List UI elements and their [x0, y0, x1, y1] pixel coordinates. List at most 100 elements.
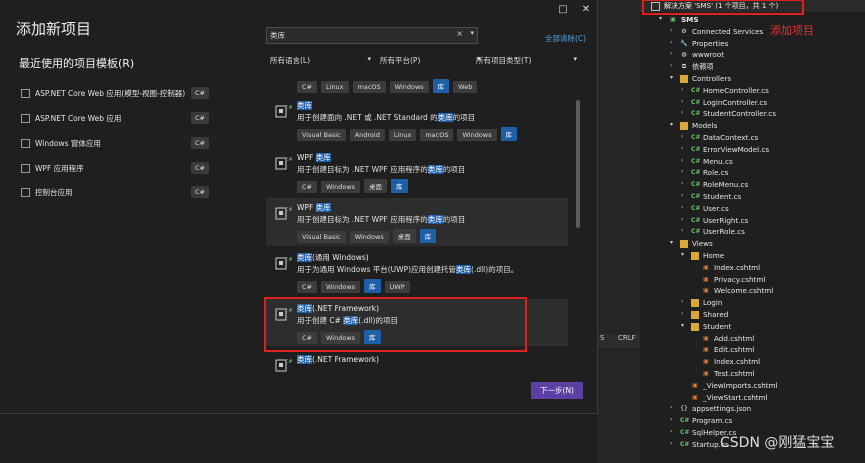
results-scroll-thumb[interactable] — [576, 100, 580, 228]
csharp-file-icon: C# — [691, 169, 701, 177]
expand-icon[interactable]: › — [681, 133, 689, 140]
template-result-item[interactable]: C# 类库(通用 Windows) 用于为通用 Windows 平台(UWP)应用创… — [266, 248, 568, 296]
tree-item[interactable]: ▣ Index.cshtml — [692, 356, 845, 368]
expand-icon[interactable]: ▾ — [670, 121, 678, 128]
expand-icon[interactable]: › — [681, 86, 689, 93]
recent-template-item[interactable]: ASP.NET Core Web 应用 C# — [19, 110, 211, 128]
tree-item[interactable]: ▾ Controllers — [670, 73, 845, 85]
expand-icon[interactable]: › — [681, 204, 689, 211]
tree-item[interactable]: › C# Role.cs — [681, 167, 845, 179]
recent-template-item[interactable]: ASP.NET Core Web 应用(模型-视图-控制器) C# — [19, 85, 211, 103]
restore-button[interactable]: □ — [556, 4, 570, 18]
tree-item-label: UserRole.cs — [703, 227, 745, 237]
tree-item[interactable]: ▣ Test.cshtml — [692, 368, 845, 380]
tree-item[interactable]: ▾ ▣ SMS — [659, 14, 845, 26]
expand-icon[interactable]: › — [670, 62, 678, 69]
tree-item[interactable]: › C# StudentController.cs — [681, 108, 845, 120]
tree-item[interactable]: › C# Program.cs — [670, 415, 845, 427]
razor-file-icon: ▣ — [703, 287, 709, 295]
expand-icon[interactable]: › — [681, 145, 689, 152]
tree-item[interactable]: ▣ _ViewImports.cshtml — [681, 380, 845, 392]
tree-item-label: SMS — [681, 15, 699, 24]
tree-item[interactable]: › C# ErrorViewModel.cs — [681, 144, 845, 156]
expand-icon[interactable]: › — [681, 298, 689, 305]
tree-item[interactable]: › C# LoginController.cs — [681, 97, 845, 109]
tree-item[interactable]: › ◍ wwwroot — [670, 49, 845, 61]
tree-item[interactable]: ▾ Home — [681, 250, 845, 262]
expand-icon[interactable]: ▾ — [670, 239, 678, 246]
expand-icon[interactable]: ▾ — [670, 74, 678, 81]
search-box[interactable]: × ▾ — [266, 27, 478, 44]
tree-item[interactable]: › C# RoleMenu.cs — [681, 179, 845, 191]
expand-icon[interactable]: › — [681, 180, 689, 187]
tree-item[interactable]: › C# UserRole.cs — [681, 226, 845, 238]
tree-item[interactable]: ▾ Student — [681, 321, 845, 333]
tree-item[interactable]: › C# HomeController.cs — [681, 85, 845, 97]
expand-icon[interactable]: › — [681, 157, 689, 164]
expand-icon[interactable]: › — [670, 27, 678, 34]
expand-icon[interactable]: › — [681, 168, 689, 175]
template-result-item[interactable]: C# WPF 类库 用于创建目标为 .NET WPF 应用程序的类库的项目 C# Win… — [266, 148, 568, 196]
tree-item[interactable]: › 🔧 Properties — [670, 38, 845, 50]
recent-template-item[interactable]: WPF 应用程序 C# — [19, 160, 211, 178]
tree-item[interactable]: ▣ Welcome.cshtml — [692, 285, 845, 297]
svg-text:C#: C# — [285, 257, 292, 263]
template-result-item[interactable]: C# 类库 用于创建面向 .NET 或 .NET Standard 的类库的项目 Vi… — [266, 96, 568, 144]
tree-item[interactable]: ▾ Models — [670, 120, 845, 132]
razor-file-icon: ▣ — [703, 346, 709, 354]
desc-highlight: 类库 — [427, 165, 443, 174]
close-button[interactable]: ✕ — [579, 4, 593, 18]
tree-item[interactable]: ›{} appsettings.json — [670, 403, 845, 415]
next-button[interactable]: 下一步(N) — [531, 382, 583, 399]
tree-item[interactable]: ▣ Index.cshtml — [692, 262, 845, 274]
clear-all-link[interactable]: 全部清除(C) — [545, 33, 586, 44]
tree-item[interactable]: ▣ Add.cshtml — [692, 333, 845, 345]
svg-text:C#: C# — [285, 207, 292, 213]
tree-item[interactable]: › Login — [681, 297, 845, 309]
expand-icon[interactable]: › — [670, 428, 678, 435]
expand-icon[interactable]: ▾ — [681, 322, 689, 329]
tree-item[interactable]: › Shared — [681, 309, 845, 321]
expand-icon[interactable]: ▾ — [681, 251, 689, 258]
expand-icon[interactable]: › — [681, 192, 689, 199]
expand-icon[interactable]: › — [681, 98, 689, 105]
expand-icon[interactable]: ▾ — [659, 15, 667, 22]
expand-icon[interactable]: › — [670, 404, 678, 411]
expand-icon[interactable]: › — [670, 50, 678, 57]
tree-item[interactable]: › C# UserRight.cs — [681, 215, 845, 227]
expand-icon[interactable]: › — [670, 440, 678, 447]
expand-icon[interactable]: › — [681, 227, 689, 234]
language-tag: C# — [191, 112, 209, 124]
expand-icon[interactable]: › — [670, 39, 678, 46]
csharp-file-icon: C# — [691, 110, 701, 118]
tree-item[interactable]: ▣ Privacy.cshtml — [692, 274, 845, 286]
project-type-filter[interactable]: 所有项目类型(T) ▾ — [476, 55, 581, 68]
tree-item[interactable]: ▣ _ViewStart.cshtml — [681, 392, 845, 404]
tree-item[interactable]: › C# User.cs — [681, 203, 845, 215]
expand-icon[interactable]: › — [670, 416, 678, 423]
tree-item[interactable]: ▾ Views — [670, 238, 845, 250]
template-result-item[interactable]: C# WPF 类库 用于创建目标为 .NET WPF 应用程序的类库的项目 Visua… — [266, 198, 568, 246]
template-result-item[interactable]: C# 类库(.NET Framework) — [266, 350, 568, 372]
expand-icon[interactable]: › — [681, 310, 689, 317]
template-result-item[interactable]: C# Linux macOS Windows 库 Web — [266, 78, 568, 93]
tree-item[interactable]: › C# Student.cs — [681, 191, 845, 203]
clear-search-icon[interactable]: × — [456, 29, 463, 38]
tree-item[interactable]: › C# DataContext.cs — [681, 132, 845, 144]
tree-item[interactable]: › ⧉ 依赖项 — [670, 61, 845, 73]
search-dropdown-icon[interactable]: ▾ — [470, 29, 474, 37]
platform-filter[interactable]: 所有平台(P) ▾ — [380, 55, 485, 68]
expand-icon[interactable]: › — [681, 216, 689, 223]
recent-template-item[interactable]: Windows 窗体应用 C# — [19, 135, 211, 153]
expand-icon[interactable]: › — [681, 109, 689, 116]
project-type-filter-label: 所有项目类型(T) — [476, 56, 532, 65]
template-name: 类库(.NET Framework) — [297, 354, 379, 365]
tree-item-label: LoginController.cs — [703, 97, 768, 107]
tree-item[interactable]: › ⚙ Connected Services — [670, 26, 845, 38]
tree-item[interactable]: ▣ Edit.cshtml — [692, 344, 845, 356]
search-input[interactable] — [270, 29, 450, 41]
language-filter[interactable]: 所有语言(L) ▾ — [270, 55, 375, 68]
background-status-bar: S CRLF — [597, 334, 640, 348]
recent-template-item[interactable]: 控制台应用 C# — [19, 184, 211, 202]
tree-item[interactable]: › C# Menu.cs — [681, 156, 845, 168]
